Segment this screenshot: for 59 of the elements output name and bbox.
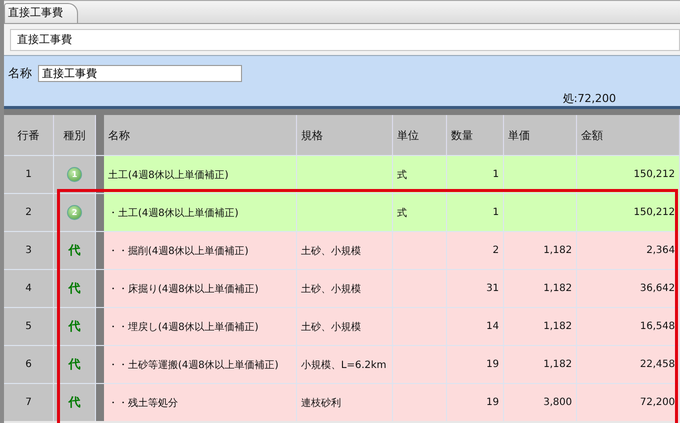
amount-cell: 2,364 (577, 232, 680, 269)
name-cell: ・・土砂等運搬(4週8休以上単価補正) (104, 346, 297, 383)
amount-cell: 150,212 (577, 194, 680, 231)
type-mark: 代 (68, 280, 80, 297)
breadcrumb-field: 直接工事費 (10, 29, 680, 51)
price-cell: 3,800 (504, 384, 577, 421)
row-number: 3 (4, 232, 54, 269)
amount-cell: 16,548 (577, 308, 680, 345)
column-header: 単価 (504, 115, 577, 155)
name-cell: ・・残土等処分 (104, 384, 297, 421)
type-mark: 代 (68, 242, 80, 259)
type-mark: 代 (68, 356, 80, 373)
column-header: 金額 (577, 115, 680, 155)
spec-cell: 土砂、小規模 (297, 308, 393, 345)
unit-cell: 式 (393, 156, 447, 193)
name-input[interactable]: 直接工事費 (38, 65, 242, 82)
column-header: 規格 (297, 115, 393, 155)
tab[interactable]: 直接工事費 (4, 3, 78, 23)
total-text: 処:72,200 (562, 91, 616, 106)
name-label: 名称 (8, 65, 32, 82)
amount-cell: 150,212 (577, 156, 680, 193)
name-cell: 土工(4週8休以上単価補正) (104, 156, 297, 193)
amount-cell: 72,200 (577, 384, 680, 421)
type-mark: 代 (68, 394, 80, 411)
price-cell: 1,182 (504, 232, 577, 269)
spec-cell: 小規模、L=6.2km (297, 346, 393, 383)
amount-cell: 36,642 (577, 270, 680, 307)
type-mark: 代 (68, 318, 80, 335)
row-number: 7 (4, 384, 54, 421)
price-cell: 1,182 (504, 270, 577, 307)
name-cell: ・・床掘り(4週8休以上単価補正) (104, 270, 297, 307)
spec-cell: 連枝砂利 (297, 384, 393, 421)
level-badge: 2 (67, 205, 82, 220)
column-header: 名称 (104, 115, 297, 155)
row-number: 1 (4, 156, 54, 193)
quantity-cell: 1 (447, 194, 504, 231)
column-header: 行番 (4, 115, 54, 155)
level-badge: 1 (67, 167, 82, 182)
row-number: 5 (4, 308, 54, 345)
column-header: 単位 (393, 115, 447, 155)
price-cell: 1,182 (504, 308, 577, 345)
name-cell: ・・埋戻し(4週8休以上単価補正) (104, 308, 297, 345)
unit-cell: 式 (393, 194, 447, 231)
name-cell: ・土工(4週8休以上単価補正) (104, 194, 297, 231)
name-cell: ・・掘削(4週8休以上単価補正) (104, 232, 297, 269)
price-cell: 1,182 (504, 346, 577, 383)
spec-cell: 土砂、小規模 (297, 232, 393, 269)
quantity-cell: 31 (447, 270, 504, 307)
quantity-cell: 2 (447, 232, 504, 269)
row-number: 6 (4, 346, 54, 383)
quantity-cell: 1 (447, 156, 504, 193)
column-header: 数量 (447, 115, 504, 155)
spec-cell: 土砂、小規模 (297, 270, 393, 307)
row-number: 2 (4, 194, 54, 231)
row-number: 4 (4, 270, 54, 307)
quantity-cell: 19 (447, 346, 504, 383)
quantity-cell: 19 (447, 384, 504, 421)
quantity-cell: 14 (447, 308, 504, 345)
amount-cell: 22,458 (577, 346, 680, 383)
